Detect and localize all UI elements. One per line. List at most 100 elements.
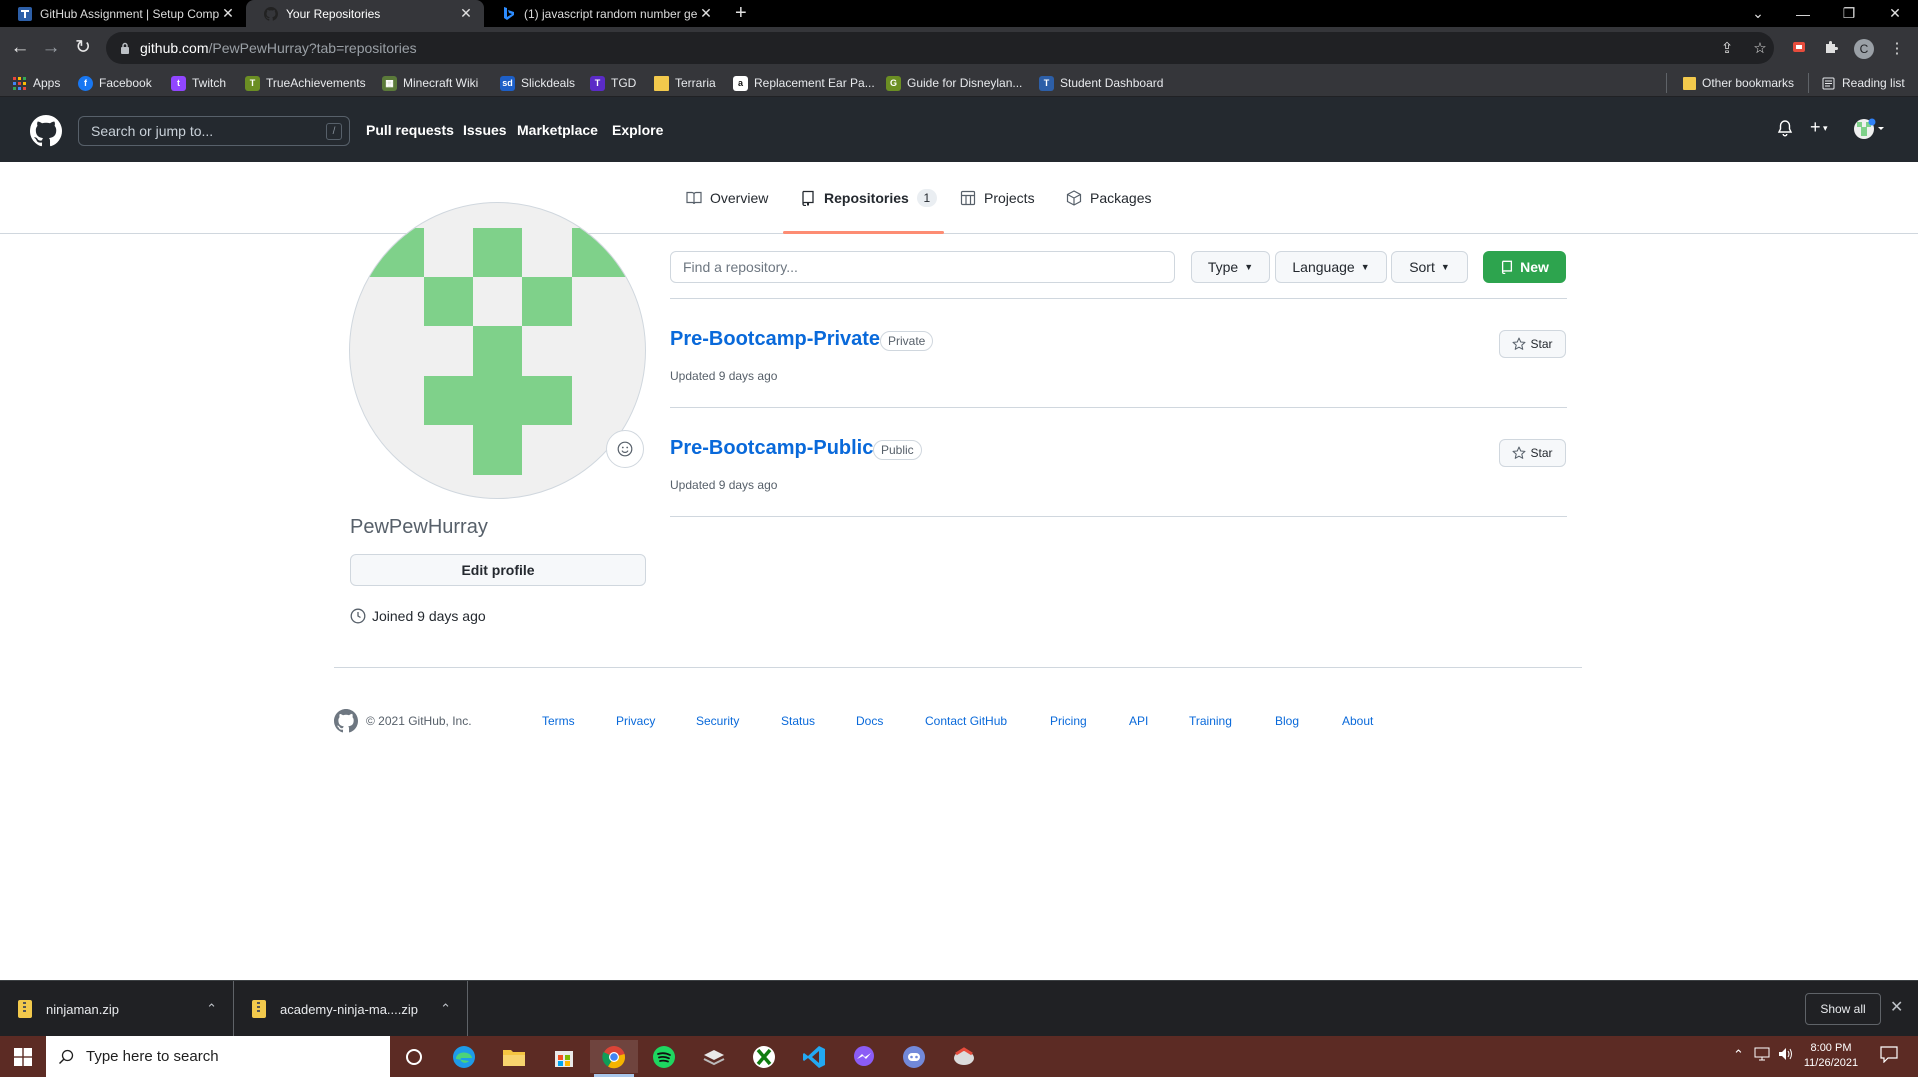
- tab-repositories[interactable]: Repositories 1: [800, 162, 937, 234]
- notification-center-icon[interactable]: [1880, 1045, 1898, 1066]
- create-new-plus-icon[interactable]: + ▾: [1810, 117, 1828, 138]
- spotify-icon[interactable]: [640, 1040, 688, 1073]
- minimize-icon[interactable]: —: [1780, 0, 1826, 27]
- layers-app-icon[interactable]: [690, 1040, 738, 1073]
- footer-link-status[interactable]: Status: [781, 714, 815, 728]
- extensions-puzzle-icon[interactable]: [1822, 40, 1840, 58]
- browser-tab-your-repositories[interactable]: Your Repositories ✕: [246, 0, 484, 27]
- footer-link-privacy[interactable]: Privacy: [616, 714, 655, 728]
- browser-tab-javascript-search[interactable]: (1) javascript random number ge ✕: [484, 0, 724, 27]
- reload-icon[interactable]: ↻: [71, 36, 95, 60]
- footer-link-about[interactable]: About: [1342, 714, 1373, 728]
- nav-explore[interactable]: Explore: [612, 122, 663, 138]
- forward-arrow-icon[interactable]: →: [39, 36, 63, 60]
- footer-link-security[interactable]: Security: [696, 714, 739, 728]
- bookmark-student-dashboard[interactable]: T Student Dashboard: [1039, 73, 1163, 93]
- windows-start-icon[interactable]: [0, 1036, 46, 1077]
- vscode-icon[interactable]: [790, 1040, 838, 1073]
- star-button[interactable]: Star: [1499, 439, 1566, 467]
- chevron-up-icon[interactable]: ⌃: [440, 1001, 451, 1017]
- close-icon[interactable]: ✕: [698, 5, 714, 22]
- discord-icon[interactable]: [890, 1040, 938, 1073]
- tray-chevron-up-icon[interactable]: ⌃: [1733, 1047, 1744, 1063]
- microsoft-store-icon[interactable]: [540, 1040, 588, 1073]
- find-repository-input[interactable]: Find a repository...: [670, 251, 1175, 283]
- bookmark-terraria[interactable]: Terraria: [654, 73, 716, 93]
- app-icon[interactable]: [940, 1040, 988, 1073]
- nav-pull-requests[interactable]: Pull requests: [366, 122, 454, 138]
- nav-issues[interactable]: Issues: [463, 122, 507, 138]
- window-close-icon[interactable]: ✕: [1872, 0, 1918, 27]
- browser-tab-github-assignment[interactable]: GitHub Assignment | Setup Comp ✕: [0, 0, 246, 27]
- edit-profile-button[interactable]: Edit profile: [350, 554, 646, 586]
- cortana-icon[interactable]: [390, 1040, 438, 1073]
- github-logo-icon[interactable]: [30, 115, 62, 152]
- tab-projects[interactable]: Projects: [960, 162, 1035, 234]
- footer-link-terms[interactable]: Terms: [542, 714, 575, 728]
- bookmark-minecraft-wiki[interactable]: ▦ Minecraft Wiki: [382, 73, 478, 93]
- back-arrow-icon[interactable]: ←: [8, 36, 32, 60]
- bookmark-twitch[interactable]: t Twitch: [171, 73, 226, 93]
- volume-icon[interactable]: [1778, 1047, 1794, 1064]
- address-bar[interactable]: github.com/PewPewHurray?tab=repositories: [106, 32, 1774, 64]
- network-icon[interactable]: [1754, 1047, 1770, 1064]
- close-icon[interactable]: ✕: [220, 5, 236, 22]
- footer-link-blog[interactable]: Blog: [1275, 714, 1299, 728]
- github-icon: [264, 6, 278, 21]
- kebab-menu-icon[interactable]: ⋮: [1888, 40, 1906, 58]
- repo-link-pre-bootcamp-public[interactable]: Pre-Bootcamp-Public: [670, 437, 873, 460]
- set-status-smiley-icon[interactable]: [606, 430, 644, 468]
- tab-overview[interactable]: Overview: [686, 162, 768, 234]
- new-repository-button[interactable]: New: [1483, 251, 1566, 283]
- type-filter-dropdown[interactable]: Type ▼: [1191, 251, 1270, 283]
- chevron-up-icon[interactable]: ⌃: [206, 1001, 217, 1017]
- language-filter-dropdown[interactable]: Language ▼: [1275, 251, 1387, 283]
- footer-link-pricing[interactable]: Pricing: [1050, 714, 1087, 728]
- download-item[interactable]: ninjaman.zip ⌃: [0, 981, 234, 1037]
- bookmark-replacement-ear-pads[interactable]: a Replacement Ear Pa...: [733, 73, 875, 93]
- coding-dojo-icon: [18, 6, 32, 21]
- github-footer-logo-icon[interactable]: [334, 709, 358, 738]
- star-button[interactable]: Star: [1499, 330, 1566, 358]
- repo-link-pre-bootcamp-private[interactable]: Pre-Bootcamp-Private: [670, 328, 880, 351]
- close-icon[interactable]: ✕: [1890, 997, 1903, 1017]
- bookmark-star-icon[interactable]: ☆: [1751, 40, 1769, 58]
- github-search-input[interactable]: Search or jump to... /: [78, 116, 350, 146]
- new-tab-button[interactable]: +: [735, 2, 747, 25]
- footer-link-api[interactable]: API: [1129, 714, 1148, 728]
- footer-link-docs[interactable]: Docs: [856, 714, 883, 728]
- clock-time: 8:00 PM: [1810, 1042, 1852, 1054]
- bookmark-trueachievements[interactable]: T TrueAchievements: [245, 73, 366, 93]
- edge-icon[interactable]: [440, 1040, 488, 1073]
- bookmark-tgd[interactable]: T TGD: [590, 73, 636, 93]
- file-explorer-icon[interactable]: [490, 1040, 538, 1073]
- taskbar-clock[interactable]: 8:00 PM 11/26/2021: [1796, 1041, 1866, 1071]
- notifications-bell-icon[interactable]: [1777, 120, 1793, 142]
- tab-packages[interactable]: Packages: [1066, 162, 1151, 234]
- sort-dropdown[interactable]: Sort ▼: [1391, 251, 1468, 283]
- show-all-downloads-button[interactable]: Show all: [1805, 993, 1881, 1025]
- close-icon[interactable]: ✕: [458, 5, 474, 22]
- download-item[interactable]: academy-ninja-ma....zip ⌃: [234, 981, 468, 1037]
- chrome-icon[interactable]: [590, 1040, 638, 1077]
- footer-link-contact-github[interactable]: Contact GitHub: [925, 714, 1007, 728]
- reading-list-button[interactable]: Reading list: [1808, 73, 1905, 93]
- user-avatar-menu[interactable]: [1853, 118, 1885, 145]
- bookmark-guide-disneyland[interactable]: G Guide for Disneylan...: [886, 73, 1022, 93]
- messenger-icon[interactable]: [840, 1040, 888, 1073]
- tab-search-chevron-icon[interactable]: ⌄: [1735, 0, 1781, 27]
- profile-avatar[interactable]: C: [1854, 39, 1874, 59]
- extension-red-icon[interactable]: [1790, 40, 1808, 58]
- xbox-icon[interactable]: [740, 1040, 788, 1073]
- bookmark-facebook[interactable]: f Facebook: [78, 73, 152, 93]
- bookmark-other-bookmarks[interactable]: Other bookmarks: [1666, 73, 1794, 93]
- share-icon[interactable]: ⇪: [1718, 40, 1736, 58]
- taskbar-search-input[interactable]: Type here to search: [46, 1036, 390, 1077]
- bookmark-slickdeals[interactable]: sd Slickdeals: [500, 73, 575, 93]
- footer-link-training[interactable]: Training: [1189, 714, 1232, 728]
- nav-marketplace[interactable]: Marketplace: [517, 122, 598, 138]
- restore-icon[interactable]: ❐: [1826, 0, 1872, 27]
- profile-tab-nav: Overview Repositories 1 Projects Package…: [0, 162, 1918, 234]
- bookmark-apps[interactable]: Apps: [12, 73, 60, 93]
- profile-avatar-identicon[interactable]: [349, 202, 646, 499]
